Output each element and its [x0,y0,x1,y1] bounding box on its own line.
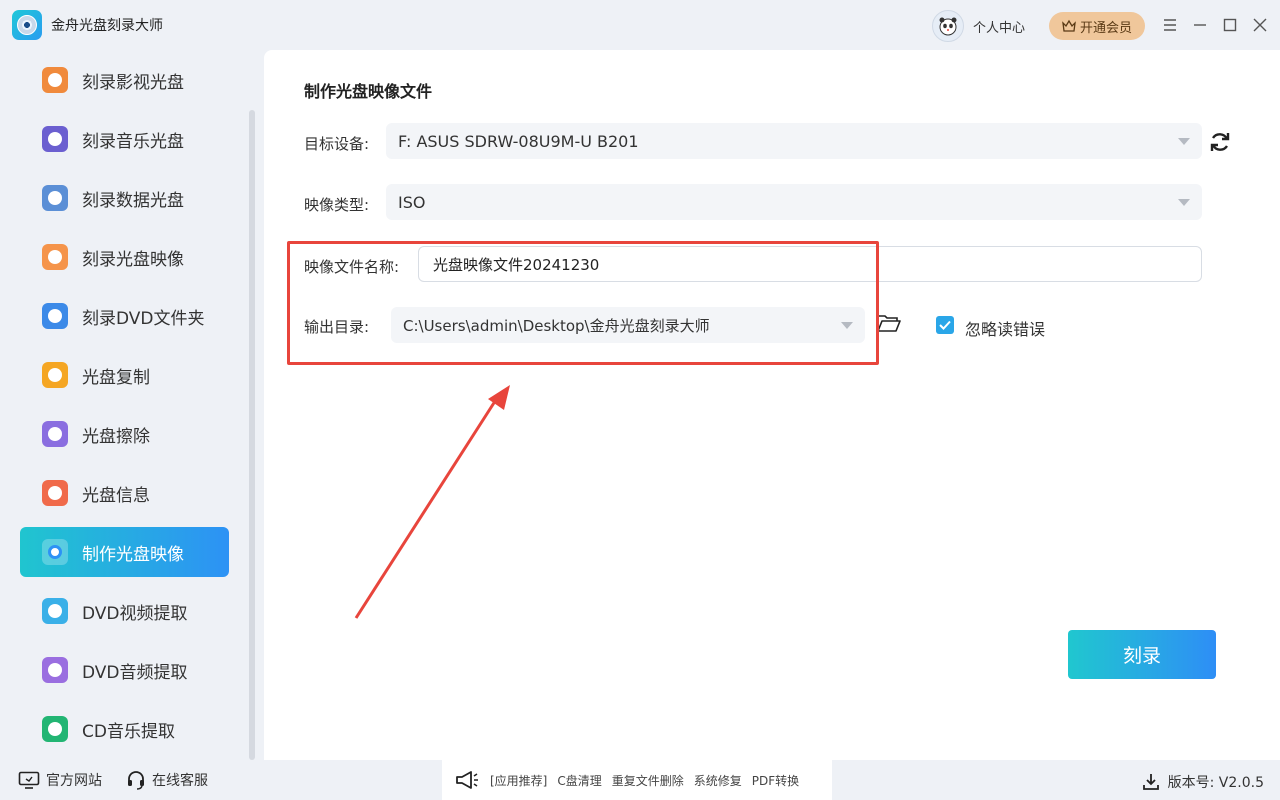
chevron-down-icon [1178,138,1190,145]
sidebar: 刻录影视光盘 刻录音乐光盘 刻录数据光盘 刻录光盘映像 刻录DVD文件夹 光盘复制光盘擦除… [0,50,258,760]
sidebar-item-3[interactable]: 刻录数据光盘 [20,173,229,223]
panda-avatar-icon [939,17,957,36]
support-link[interactable]: 在线客服 [126,770,208,790]
sidebar-item-label: 刻录影视光盘 [82,72,184,93]
target-device-value: F: ASUS SDRW-08U9M-U B201 [398,131,639,151]
sidebar-item-9[interactable]: 制作光盘映像 [20,527,229,577]
dvd-video-extract-icon [42,598,68,624]
sidebar-item-label: CD音乐提取 [82,721,175,742]
refresh-icon[interactable] [1208,130,1232,154]
title-bar: 金舟光盘刻录大师 个人中心 开通会员 [0,0,1280,50]
folder-open-icon[interactable] [876,312,902,334]
chevron-down-icon [1178,199,1190,206]
image-name-input[interactable] [418,246,1202,282]
sidebar-item-11[interactable]: DVD音频提取 [20,645,229,695]
sidebar-scrollbar[interactable] [249,110,255,760]
main-panel: 制作光盘映像文件 目标设备: F: ASUS SDRW-08U9M-U B201… [264,50,1280,760]
info-disc-icon [42,480,68,506]
menu-icon[interactable] [1159,14,1181,36]
sidebar-item-8[interactable]: 光盘信息 [20,468,229,518]
checkmark-icon [939,320,951,330]
vip-button-label: 开通会员 [1079,20,1132,36]
page-title: 制作光盘映像文件 [304,82,433,101]
website-link[interactable]: 官方网站 [18,770,102,790]
vip-button[interactable]: 开通会员 [1049,12,1145,40]
recommend-tag: [应用推荐] [490,773,548,788]
image-type-value: ISO [398,192,426,212]
copy-disc-icon [42,362,68,388]
sidebar-item-label: 光盘复制 [82,367,150,388]
app-recommend-bar: [应用推荐] C盘清理 重复文件删除 系统修复 PDF转换 [442,760,832,800]
ignore-errors-checkbox[interactable] [936,316,954,334]
sidebar-item-label: 光盘信息 [82,485,150,506]
dvd-audio-extract-icon [42,657,68,683]
sidebar-item-label: 制作光盘映像 [82,544,184,565]
app-logo-icon [12,10,42,40]
sidebar-item-2[interactable]: 刻录音乐光盘 [20,114,229,164]
chevron-down-icon [841,322,853,329]
sidebar-item-1[interactable]: 刻录影视光盘 [20,55,229,105]
sidebar-item-7[interactable]: 光盘擦除 [20,409,229,459]
user-center-link[interactable]: 个人中心 [973,17,1025,36]
make-image-icon [42,539,68,565]
download-icon[interactable] [1142,773,1160,791]
headset-icon [128,771,144,790]
erase-disc-icon [42,421,68,447]
megaphone-icon [456,771,478,789]
version-label: 版本号: V2.0.5 [1167,775,1264,791]
dvd-folder-icon [42,303,68,329]
image-type-select[interactable]: ISO [386,184,1202,220]
sidebar-item-12[interactable]: CD音乐提取 [20,704,229,754]
target-device-select[interactable]: F: ASUS SDRW-08U9M-U B201 [386,123,1202,159]
recommend-link-duplicate-delete[interactable]: 重复文件删除 [612,772,684,789]
user-avatar[interactable] [932,10,964,42]
video-disc-icon [42,67,68,93]
music-disc-icon [42,126,68,152]
sidebar-item-label: 光盘擦除 [82,426,150,447]
sidebar-item-5[interactable]: 刻录DVD文件夹 [20,291,229,341]
recommend-link-pdf-convert[interactable]: PDF转换 [752,772,799,789]
maximize-icon[interactable] [1219,14,1241,36]
sidebar-item-6[interactable]: 光盘复制 [20,350,229,400]
output-dir-select[interactable]: C:\Users\admin\Desktop\金舟光盘刻录大师 [391,307,865,343]
sidebar-item-label: DVD音频提取 [82,662,188,683]
output-dir-label: 输出目录: [304,318,370,336]
sidebar-item-label: DVD视频提取 [82,603,188,624]
target-device-label: 目标设备: [304,135,370,153]
app-title: 金舟光盘刻录大师 [51,18,163,34]
close-icon[interactable] [1249,14,1271,36]
sidebar-item-4[interactable]: 刻录光盘映像 [20,232,229,282]
recommend-link-c-drive-clean[interactable]: C盘清理 [557,772,601,789]
minimize-icon[interactable] [1189,14,1211,36]
image-type-label: 映像类型: [304,196,370,214]
burn-button[interactable]: 刻录 [1068,630,1216,679]
website-label: 官方网站 [46,773,102,789]
sidebar-item-label: 刻录光盘映像 [82,249,184,270]
crown-icon [1062,19,1076,32]
sidebar-item-label: 刻录音乐光盘 [82,131,184,152]
data-disc-icon [42,185,68,211]
version-info: 版本号: V2.0.5 [1142,772,1264,792]
sidebar-item-10[interactable]: DVD视频提取 [20,586,229,636]
cd-music-extract-icon [42,716,68,742]
sidebar-item-label: 刻录数据光盘 [82,190,184,211]
monitor-icon [18,771,40,789]
image-disc-icon [42,244,68,270]
sidebar-item-label: 刻录DVD文件夹 [82,308,205,329]
ignore-errors-label[interactable]: 忽略读错误 [965,316,1045,340]
support-label: 在线客服 [152,773,208,789]
output-dir-value: C:\Users\admin\Desktop\金舟光盘刻录大师 [403,316,710,335]
image-name-label: 映像文件名称: [304,258,400,276]
recommend-link-system-repair[interactable]: 系统修复 [694,772,742,789]
